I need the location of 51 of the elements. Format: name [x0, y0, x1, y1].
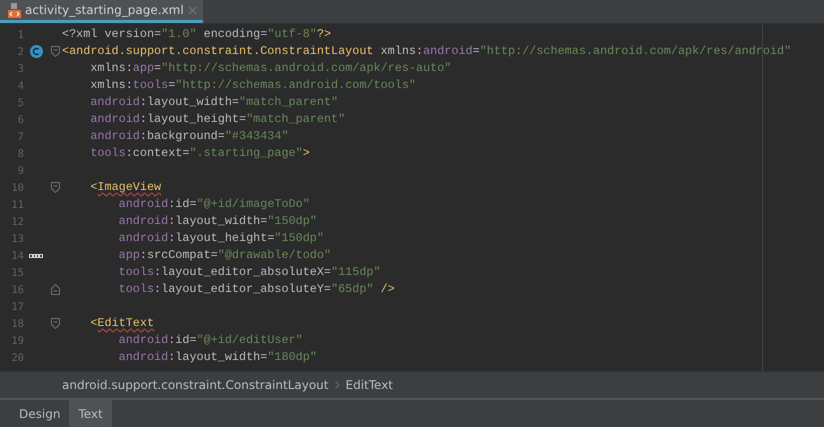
- line-number: 1: [18, 28, 24, 40]
- line-number: 7: [18, 130, 24, 142]
- code-line: android:id="@+id/imageToDo": [118, 196, 310, 213]
- code-line: android:layout_height="150dp": [118, 230, 324, 247]
- editor-mode-tab[interactable]: Text: [69, 400, 112, 427]
- line-number: 18: [11, 318, 24, 330]
- xml-file-icon: [8, 2, 21, 18]
- chevron-icon: [334, 381, 340, 389]
- line-number: 20: [11, 352, 24, 364]
- close-icon[interactable]: [188, 6, 197, 14]
- fold-icon[interactable]: [50, 318, 60, 329]
- fold-icon[interactable]: [50, 284, 60, 295]
- fold-icon[interactable]: [50, 46, 60, 57]
- code-line: android:layout_height="match_parent": [89, 111, 346, 128]
- code-line: tools:layout_editor_absoluteY="65dp" />: [118, 281, 395, 298]
- code-line: <android.support.constraint.ConstraintLayout xmlns:android="http://schemas.android.com/apk/res/android": [62, 43, 792, 60]
- code-line: <ImageView: [89, 179, 162, 196]
- line-number: 4: [18, 80, 24, 92]
- line-number: 11: [11, 198, 24, 210]
- fold-icon[interactable]: [50, 182, 60, 193]
- line-number: 17: [11, 300, 24, 312]
- code-line: android:layout_width="150dp": [118, 213, 317, 230]
- line-number: 5: [18, 96, 24, 108]
- code-line: app:srcCompat="@drawable/todo": [118, 247, 332, 264]
- code-line: tools:context=".starting_page">: [89, 145, 310, 162]
- line-number: 12: [11, 216, 24, 228]
- class-icon: [30, 45, 42, 58]
- code-line: xmlns:app="http://schemas.android.com/apk/res-auto": [89, 60, 452, 77]
- code-line: android:layout_width="180dp": [118, 349, 317, 366]
- code-line: <EditText: [89, 315, 154, 332]
- line-number: 6: [18, 114, 24, 126]
- line-number: 3: [18, 62, 24, 74]
- code-line: xmlns:tools="http://schemas.android.com/tools": [89, 77, 416, 94]
- line-number: 2: [18, 46, 24, 58]
- line-number: 16: [11, 284, 24, 296]
- code-line: <?xml version="1.0" encoding="utf-8"?>: [62, 26, 332, 43]
- image-icon: [29, 254, 43, 258]
- file-tab[interactable]: activity_starting_page.xml: [0, 0, 203, 23]
- breadcrumb[interactable]: android.support.constraint.ConstraintLayout: [62, 378, 328, 392]
- code-line: android:id="@+id/editUser": [118, 332, 303, 349]
- line-number: 19: [11, 334, 24, 346]
- line-number: 14: [11, 250, 24, 262]
- line-number: 9: [18, 164, 24, 176]
- code-line: android:background="#343434": [89, 128, 289, 145]
- code-line: android:layout_width="match_parent": [89, 94, 338, 111]
- line-number: 15: [11, 266, 24, 278]
- line-number: 13: [11, 232, 24, 244]
- line-number: 8: [18, 148, 24, 160]
- breadcrumb[interactable]: EditText: [346, 378, 394, 392]
- line-number: 10: [11, 182, 24, 194]
- code-line: tools:layout_editor_absoluteX="115dp": [118, 264, 381, 281]
